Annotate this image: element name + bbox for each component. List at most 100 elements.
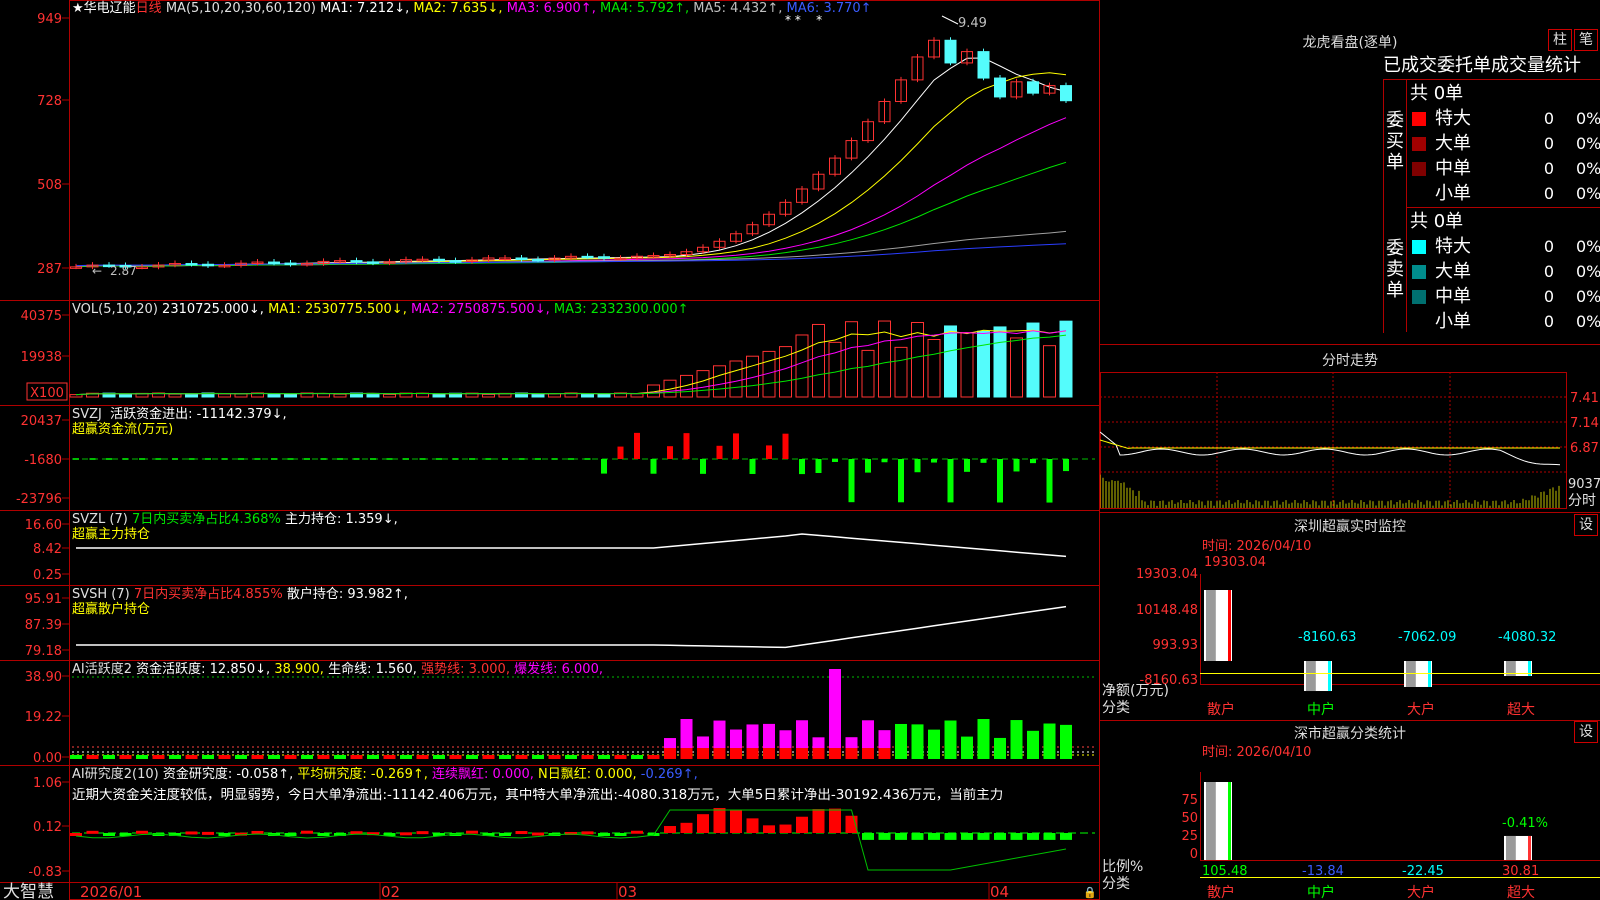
ai2-bar [219,833,231,836]
szmon-tick-3: 993.93 [1153,638,1199,653]
volume-ma-line [76,331,1066,395]
svzj-bar [684,433,690,459]
volume-bar [978,331,990,397]
szmon-settings-button[interactable]: 设 [1574,514,1598,536]
ai1-bar [615,755,627,759]
buy-side-label: 委买单 [1386,110,1404,173]
svzj-bar [1030,459,1036,463]
ai2-bar [747,818,759,833]
svzj-bar [766,445,772,459]
svzj-bar [123,458,129,460]
ai1-bar-base [813,748,825,759]
volume-bar [285,394,297,397]
ai2-bar [796,817,808,833]
intraday-chart[interactable]: 7.41 7.14 6.87 90373 分时 [1100,372,1600,512]
svzj-tick-3: -23796 [16,492,62,507]
svzj-bar [1063,459,1069,471]
ai1-bar [400,755,412,759]
buy-row-label: 特大 [1435,108,1471,130]
szcls-bar-label: 105.48 [1202,864,1248,879]
ai1-name: AI活跃度2 [72,662,132,677]
svzj-bar [354,458,360,460]
ai2-bar [318,833,330,836]
szmon-bar-label: -8160.63 [1298,630,1356,645]
ai2-bar [862,833,874,840]
ai2-bars [70,808,1072,870]
ai1-bar [978,719,990,759]
svzj-bar [552,458,558,460]
ai1-bar [169,755,181,759]
ai1-bar [433,755,445,759]
ai1-bar [466,755,478,759]
ai1-bar [252,755,264,759]
volume-bar [483,394,495,397]
ai2-avg: 平均研究度: -0.269↑, [297,767,427,782]
candle-body [285,263,296,265]
kline-chart-area[interactable]: 949 728 508 287 40375 19938 20437 -1680 … [0,0,1100,900]
szmon-bar-shade [1206,590,1216,661]
longhu-tabs[interactable]: 已成交委托单成交量统计 [1383,54,1600,77]
candle-body [978,52,989,78]
price-tick-4: 287 [37,262,62,277]
volume-bar [532,394,544,397]
svzj-bar [337,458,343,460]
ai1-bar [532,755,544,759]
ai2-bar [582,831,594,834]
ai1-bar [631,755,643,759]
svzl-desc: 主力持仓: 1.359↓, [285,512,398,527]
xaxis-label-mar: 03 [618,883,637,900]
candle-body [1028,82,1039,93]
svzj-bar [849,459,855,502]
szcls-settings-button[interactable]: 设 [1574,721,1598,743]
lock-icon[interactable]: 🔒 [1083,886,1097,899]
candlesticks[interactable] [71,37,1072,269]
ai2-bar [87,831,99,834]
period-label[interactable]: 日线 [136,1,162,16]
ai2-bar [978,833,990,840]
svzl-header: SVZL (7) 7日内买卖净占比4.368% 主力持仓: 1.359↓, 超赢… [72,512,398,542]
volume-ma-lines [76,330,1066,394]
szmon-bar-label: -7062.09 [1398,630,1456,645]
sell-total-count: 共 0单 [1410,211,1463,233]
xaxis-label-apr: 04 [990,883,1009,900]
szmon-xaxis-label: 分类 [1102,700,1130,716]
favorite-star-icon[interactable]: ★ [72,1,84,16]
sell-row-label: 大单 [1435,261,1471,283]
svzj-bar [634,433,640,459]
ma-line-3 [76,118,1066,267]
szcls-category: 超大 [1507,885,1535,900]
volume-bar [895,347,907,397]
szcls-yaxis-label: 比例% [1102,859,1143,875]
szmon-category: 散户 [1207,701,1235,718]
intraday-price-2: 7.14 [1570,416,1599,431]
buy-total-count: 共 0单 [1410,83,1463,105]
szmon-time: 时间: 2026/04/10 [1202,539,1311,554]
volume-bar [714,366,726,397]
szmon-tick-1: 19303.04 [1136,567,1198,582]
szmon-top-border [1100,512,1600,513]
svsh-tick-3: 79.18 [25,644,62,659]
ai1-bar [994,738,1006,759]
sell-row-pct: 0% [1576,236,1600,258]
ai1-value2: 38.900, [274,662,324,677]
svzj-bar [915,459,921,472]
volume-bar [697,371,709,397]
intraday-price-3: 6.87 [1570,441,1599,456]
svzj-bar [997,459,1003,502]
szcls-tick-4: 0 [1190,847,1198,862]
candle-body [995,78,1006,97]
ai2-bar [1060,833,1072,840]
ai2-bar [829,809,841,833]
svzl-tick-2: 8.42 [33,542,62,557]
ai1-bar-base [796,748,808,759]
ai2-name: AI研究度2(10) [72,767,159,782]
svzj-bar [222,458,228,460]
szcls-bar [1504,836,1532,860]
svzj-bar [106,458,112,460]
ai1-bar [582,755,594,759]
ai2-bar [763,825,775,833]
tick-view-button[interactable]: 笔 [1574,29,1598,51]
bar-view-button[interactable]: 柱 [1548,29,1572,51]
svzj-bar [156,458,162,460]
ai2-commentary: 近期大资金关注度较低，明显弱势，今日大单净流出:-11142.406万元，其中特… [72,788,1098,803]
